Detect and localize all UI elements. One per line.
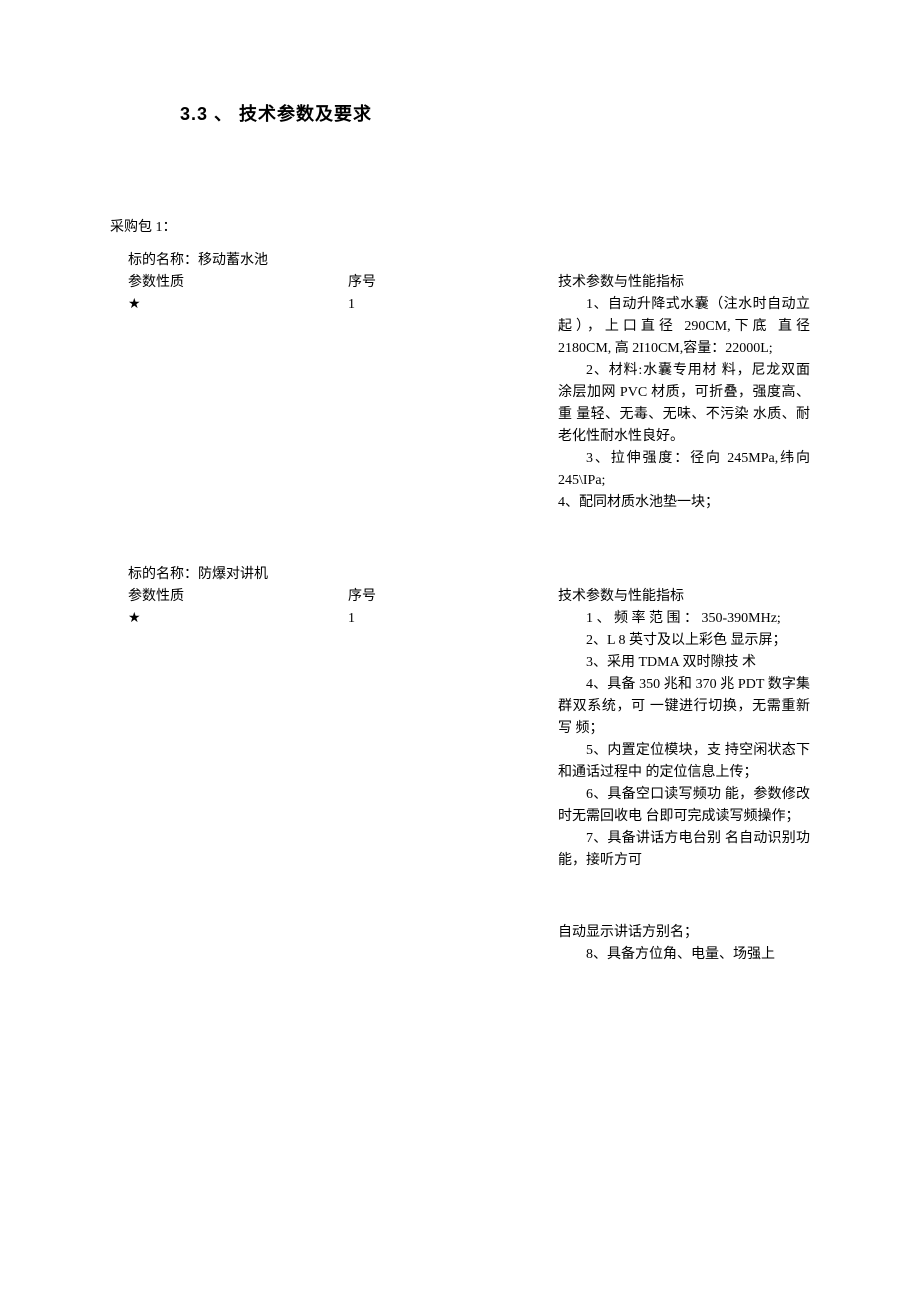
- tech-para: 7、具备讲话方电台别 名自动识别功能，接听方可: [558, 828, 810, 872]
- star-marker: ★: [128, 294, 348, 316]
- tech-para: 3、拉伸强度：径向 245MPa,纬向 245\IPa;: [558, 448, 810, 492]
- tech-para: 6、具备空口读写频功 能，参数修改时无需回收电 台即可完成读写频操作；: [558, 784, 810, 828]
- data-row: ★ 1 1 、 频 率 范 围 ： 350-390MHz; 2、L 8 英寸及以…: [128, 608, 810, 872]
- star-marker: ★: [128, 608, 348, 630]
- spec-block: 标的名称：防爆对讲机 参数性质 序号 技术参数与性能指标 ★ 1 1 、 频 率…: [128, 564, 810, 872]
- param-nature-header: 参数性质: [128, 586, 348, 608]
- param-nature-header: 参数性质: [128, 272, 348, 294]
- spec-block: 标的名称：移动蓄水池 参数性质 序号 技术参数与性能指标 ★ 1 1、自动升降式…: [128, 250, 810, 514]
- tech-header: 技术参数与性能指标: [558, 272, 810, 294]
- data-row: ★ 1 1、自动升降式水囊（注水时自动立起），上口直径 290CM,下底 直径 …: [128, 294, 810, 514]
- seq-value: 1: [348, 294, 558, 316]
- tech-para: 2、L 8 英寸及以上彩色 显示屏；: [558, 630, 810, 652]
- document-page: 3.3 、 技术参数及要求 采购包 1： 标的名称：移动蓄水池 参数性质 序号 …: [0, 0, 920, 1026]
- footer-block: 自动显示讲话方别名； 8、具备方位角、电量、场强上: [128, 922, 810, 966]
- item-name: 标的名称：移动蓄水池: [128, 250, 348, 272]
- tech-para: 1 、 频 率 范 围 ： 350-390MHz;: [558, 608, 810, 630]
- tech-header: 技术参数与性能指标: [558, 586, 810, 608]
- item-name: 标的名称：防爆对讲机: [128, 564, 348, 586]
- seq-header: 序号: [348, 586, 558, 608]
- tech-para: 4、配同材质水池垫一块；: [558, 492, 810, 514]
- item-name-row: 标的名称：移动蓄水池: [128, 250, 810, 272]
- footer-tech-body: 自动显示讲话方别名； 8、具备方位角、电量、场强上: [558, 922, 810, 966]
- section-heading: 3.3 、 技术参数及要求: [180, 100, 810, 126]
- seq-value: 1: [348, 608, 558, 630]
- seq-header: 序号: [348, 272, 558, 294]
- package-label: 采购包 1：: [110, 216, 810, 236]
- item-name-row: 标的名称：防爆对讲机: [128, 564, 810, 586]
- tech-para: 1、自动升降式水囊（注水时自动立起），上口直径 290CM,下底 直径 2180…: [558, 294, 810, 360]
- tech-para: 3、采用 TDMA 双时隙技 术: [558, 652, 810, 674]
- tech-body: 1 、 频 率 范 围 ： 350-390MHz; 2、L 8 英寸及以上彩色 …: [558, 608, 810, 872]
- header-row: 参数性质 序号 技术参数与性能指标: [128, 586, 810, 608]
- header-row: 参数性质 序号 技术参数与性能指标: [128, 272, 810, 294]
- tech-para: 5、内置定位模块，支 持空闲状态下和通话过程中 的定位信息上传；: [558, 740, 810, 784]
- tech-body: 1、自动升降式水囊（注水时自动立起），上口直径 290CM,下底 直径 2180…: [558, 294, 810, 514]
- tech-para: 2、材料:水囊专用材 料，尼龙双面涂层加网 PVC 材质，可折叠，强度高、重 量…: [558, 360, 810, 448]
- tech-para: 4、具备 350 兆和 370 兆 PDT 数字集群双系统，可 一键进行切换，无…: [558, 674, 810, 740]
- tech-para: 自动显示讲话方别名；: [558, 922, 810, 944]
- tech-para: 8、具备方位角、电量、场强上: [558, 944, 810, 966]
